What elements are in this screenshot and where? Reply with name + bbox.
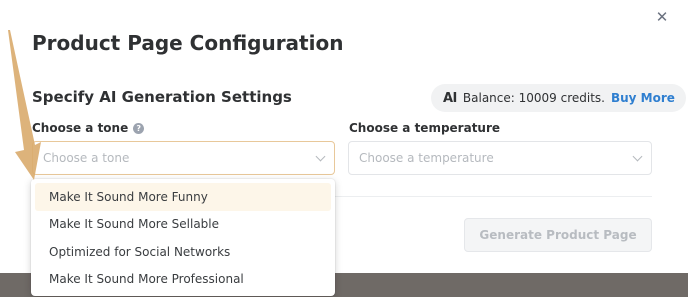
tone-option[interactable]: Make It Sound More Sellable: [35, 211, 331, 239]
temperature-select-placeholder: Choose a temperature: [359, 151, 494, 165]
balance-text: Balance: 10009 credits.: [462, 91, 605, 105]
page: ✕ Product Page Configuration Specify AI …: [0, 0, 688, 297]
tone-label-text: Choose a tone: [32, 121, 129, 135]
buy-more-link[interactable]: Buy More: [611, 91, 675, 105]
chevron-down-icon: [315, 151, 326, 162]
temperature-select[interactable]: Choose a temperature: [348, 141, 652, 175]
close-icon[interactable]: ✕: [653, 8, 671, 26]
temperature-label-text: Choose a temperature: [349, 121, 501, 135]
chevron-down-icon: [632, 151, 643, 162]
tone-select-placeholder: Choose a tone: [43, 151, 130, 165]
help-icon[interactable]: ?: [133, 122, 145, 134]
credit-balance-badge: AI Balance: 10009 credits. Buy More: [431, 84, 686, 112]
temperature-label: Choose a temperature: [349, 121, 500, 135]
tone-label: Choose a tone ?: [32, 121, 145, 135]
ai-icon: AI: [443, 90, 457, 106]
tone-dropdown-menu: Make It Sound More Funny Make It Sound M…: [31, 179, 335, 296]
generate-product-page-button[interactable]: Generate Product Page: [464, 218, 652, 252]
section-subtitle: Specify AI Generation Settings: [32, 88, 292, 106]
modal-title: Product Page Configuration: [32, 31, 344, 55]
tone-option[interactable]: Optimized for Social Networks: [35, 238, 331, 266]
tone-option[interactable]: Make It Sound More Professional: [35, 266, 331, 294]
tone-option[interactable]: Make It Sound More Funny: [35, 183, 331, 211]
tone-select[interactable]: Choose a tone: [32, 141, 335, 175]
